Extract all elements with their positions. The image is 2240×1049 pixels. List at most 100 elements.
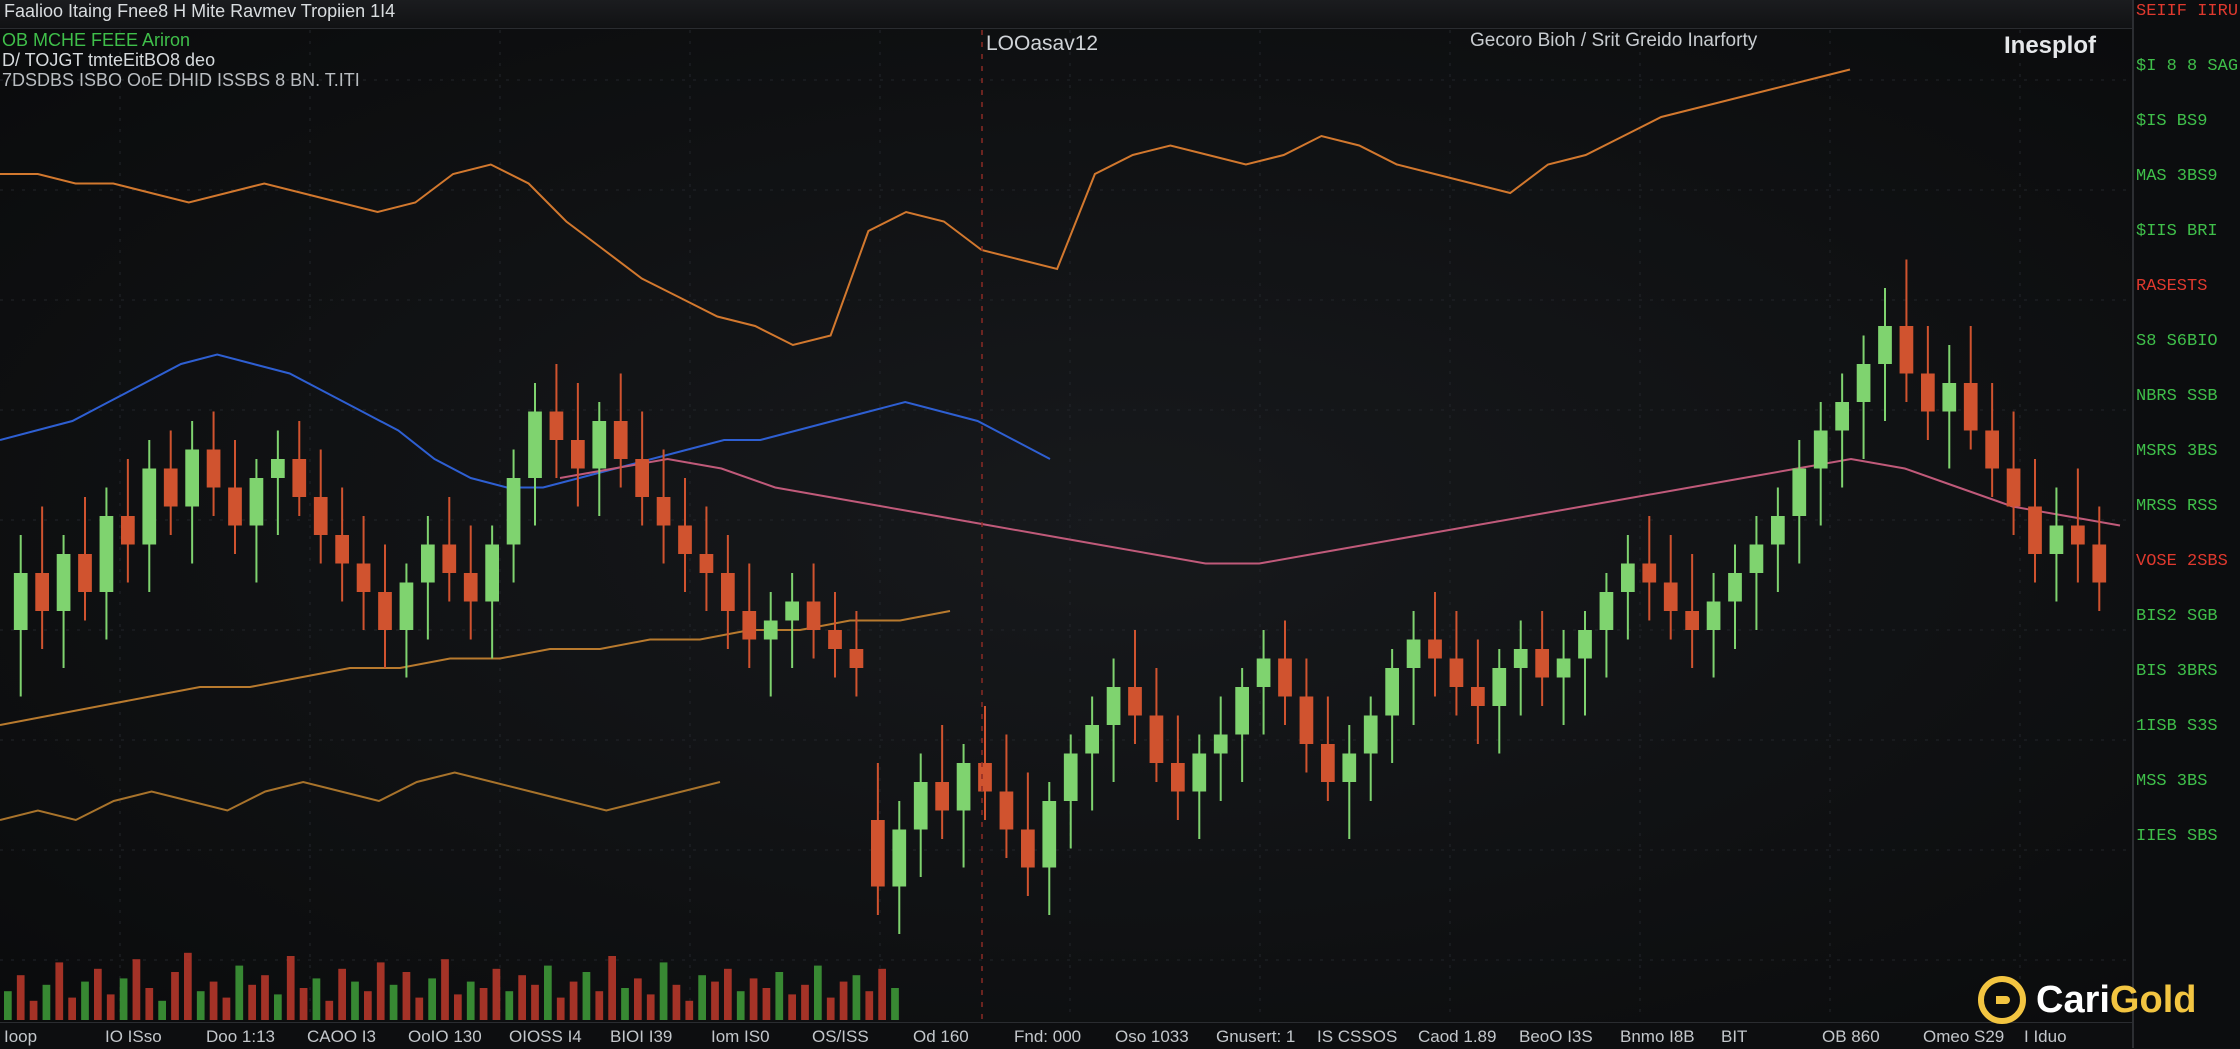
ticker-title: Faalioo Itaing Fnee8 H Mite Ravmev Tropi… — [4, 1, 396, 21]
volume-bar — [466, 981, 475, 1020]
candle-body — [1985, 430, 1999, 469]
volume-bar — [274, 994, 282, 1020]
candle-body — [1063, 753, 1078, 801]
candle-body — [1878, 326, 1892, 364]
volume-bar — [389, 984, 398, 1020]
candle-body — [1535, 649, 1549, 678]
volume-bar — [29, 1000, 38, 1020]
candle-body — [142, 468, 157, 545]
candle-body — [121, 516, 135, 545]
volume-bar — [261, 975, 269, 1020]
symbol-label: LOOasav12 — [986, 32, 1099, 55]
volume-bar — [492, 968, 501, 1020]
candle-body — [1771, 516, 1785, 545]
volume-bar — [312, 978, 321, 1020]
candle-body — [635, 459, 649, 497]
candle-body — [1042, 801, 1057, 868]
volume-bar — [672, 984, 681, 1020]
candle-body — [1621, 563, 1635, 592]
volume-bar — [248, 984, 256, 1020]
brand-watermark: CariGold — [1978, 976, 2196, 1024]
time-tick-label: OIOSS I4 — [509, 1027, 582, 1046]
volume-bar — [749, 978, 758, 1020]
volume-bar — [865, 991, 874, 1020]
volume-bar — [878, 968, 886, 1020]
volume-bar — [351, 981, 359, 1020]
volume-bar — [582, 972, 591, 1020]
volume-bar — [736, 991, 745, 1020]
candle-body — [1299, 696, 1314, 744]
time-tick-label: OB 860 — [1822, 1027, 1880, 1046]
volume-bar — [698, 975, 706, 1020]
price-tick-label: MSRS 3BS — [2136, 442, 2218, 461]
volume-bar — [479, 988, 488, 1020]
info-line-secondary: D/ TOJGT tmteEitBO8 deo — [2, 50, 216, 70]
candle-body — [1406, 639, 1421, 668]
time-tick-label: Gnusert: 1 — [1216, 1027, 1296, 1046]
indicator-label: Gecoro Bioh / Srit Greido Inarforty — [1470, 30, 1758, 51]
candle-body — [1599, 592, 1614, 630]
volume-bar — [158, 1000, 166, 1020]
candle-body — [871, 820, 885, 887]
candle-body — [1642, 563, 1657, 583]
candle-body — [2092, 544, 2107, 583]
brand-name-part-2: Gold — [2109, 978, 2197, 1021]
candle-body — [13, 573, 28, 630]
volume-bar — [428, 978, 436, 1020]
volume-bar — [415, 997, 424, 1020]
price-tick-label: $IIS BRI — [2136, 222, 2218, 241]
candle-body — [1085, 725, 1099, 754]
candle-body — [292, 459, 307, 497]
volume-bar — [184, 952, 192, 1020]
candle-body — [313, 497, 328, 535]
volume-bar — [119, 978, 128, 1020]
candle-body — [678, 525, 692, 554]
candle-body — [463, 573, 478, 602]
candle-body — [1921, 373, 1935, 412]
candle-body — [1449, 658, 1464, 687]
volume-bar — [531, 984, 539, 1020]
candle-body — [1513, 649, 1528, 668]
price-tick-label: MSS 3BS — [2136, 772, 2208, 791]
volume-bar — [788, 994, 796, 1020]
volume-bar — [81, 981, 89, 1020]
candle-body — [1171, 763, 1185, 792]
candle-body — [2049, 525, 2064, 554]
candle-body — [699, 554, 714, 573]
candle-body — [1856, 364, 1871, 402]
volume-bar — [775, 972, 784, 1020]
price-axis[interactable] — [2132, 0, 2240, 1048]
candle-body — [742, 611, 757, 640]
candle-body — [592, 421, 607, 469]
candle-body — [549, 411, 564, 440]
volume-bar — [621, 988, 629, 1020]
time-tick-label: OoIO 130 — [408, 1027, 482, 1046]
price-tick-label: MAS 3BS9 — [2136, 167, 2218, 186]
time-tick-label: Od 160 — [913, 1027, 969, 1046]
volume-bar — [94, 968, 102, 1020]
time-tick-label: OS/ISS — [812, 1027, 869, 1046]
price-tick-label: 1ISB S3S — [2136, 717, 2218, 736]
candle-body — [1728, 573, 1742, 602]
price-tick-label: BIS 3BRS — [2136, 662, 2218, 681]
time-tick-label: IO ISso — [105, 1027, 162, 1046]
time-tick-label: Iom IS0 — [711, 1027, 770, 1046]
candle-body — [2028, 506, 2042, 554]
candle-body — [1149, 715, 1164, 763]
candle-body — [935, 782, 949, 811]
candle-body — [956, 763, 971, 811]
candle-body — [1192, 753, 1207, 792]
volume-bar — [68, 997, 76, 1020]
volume-bar — [55, 962, 64, 1020]
layout-label[interactable]: Inesplof — [2004, 32, 2096, 60]
candle-body — [271, 459, 285, 478]
candle-body — [1256, 658, 1271, 687]
volume-bar — [376, 962, 385, 1020]
candle-body — [1128, 687, 1142, 716]
candle-body — [35, 573, 49, 611]
brand-name-part-1: Cari — [2036, 978, 2110, 1021]
candle-body — [228, 487, 242, 526]
time-tick-label: BIT — [1721, 1027, 1748, 1046]
candle-body — [785, 601, 799, 621]
candle-body — [1663, 582, 1678, 611]
